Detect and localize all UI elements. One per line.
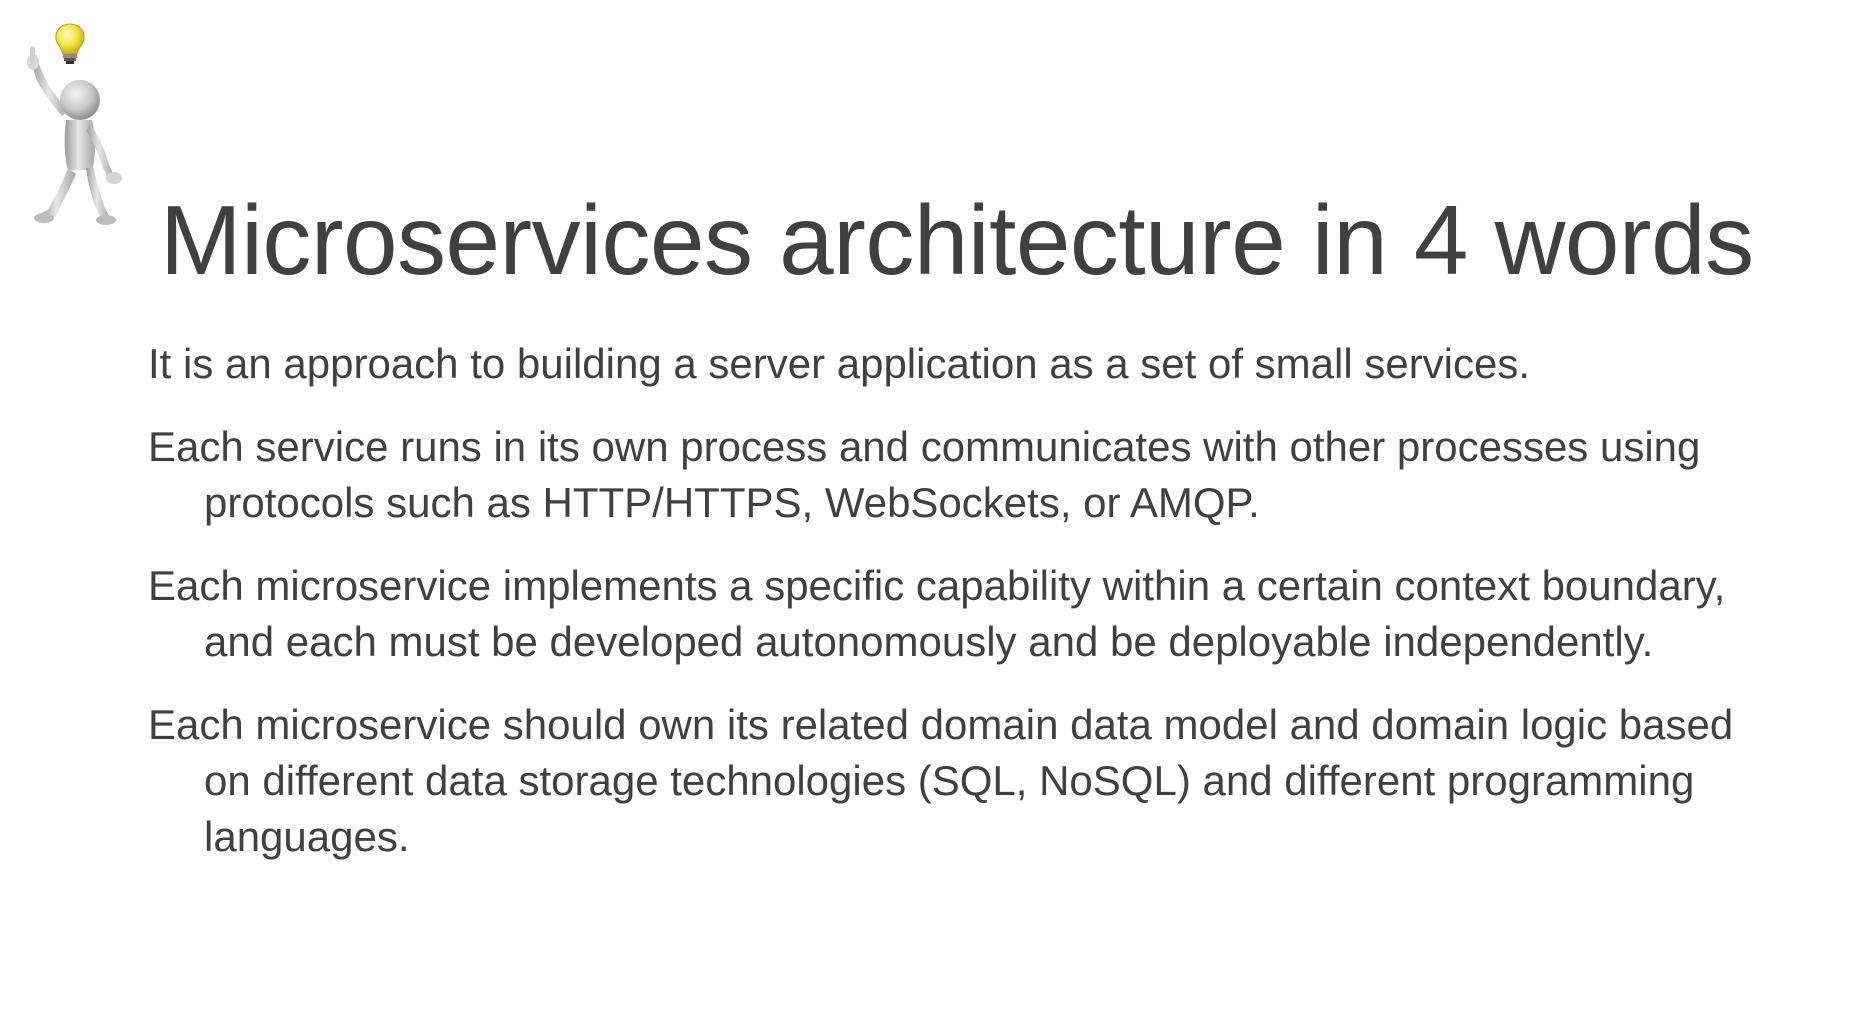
list-item: Each microservice should own its related… xyxy=(148,701,1734,860)
list-item: Each microservice implements a specific … xyxy=(148,562,1726,665)
list-item: It is an approach to building a server a… xyxy=(148,340,1531,387)
bullet-list: It is an approach to building a server a… xyxy=(148,336,1768,892)
stick-figure-lightbulb-idea-icon xyxy=(27,23,122,225)
page-title: Microservices architecture in 4 words xyxy=(160,185,1754,295)
list-item: Each service runs in its own process and… xyxy=(148,423,1701,526)
slide: Microservices architecture in 4 words It… xyxy=(0,0,1860,1032)
